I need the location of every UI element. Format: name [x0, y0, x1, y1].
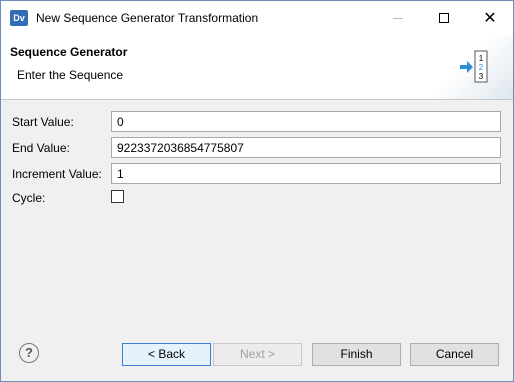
close-button[interactable]: ✕: [467, 1, 513, 35]
banner-subtitle: Enter the Sequence: [17, 68, 124, 82]
cycle-checkbox[interactable]: [111, 190, 124, 203]
maximize-icon: [439, 13, 449, 23]
sequence-generator-icon: 1 2 3: [460, 50, 488, 83]
minimize-icon: [393, 17, 403, 19]
window-title: New Sequence Generator Transformation: [36, 11, 259, 25]
maximize-button[interactable]: [421, 1, 467, 35]
increment-value-input[interactable]: [111, 163, 501, 184]
wizard-banner: Sequence Generator Enter the Sequence 1 …: [1, 35, 513, 100]
title-bar[interactable]: Dv New Sequence Generator Transformation…: [1, 1, 513, 35]
end-value-row: End Value:: [1, 137, 513, 159]
app-icon: Dv: [10, 10, 28, 26]
seq-digit-1: 1: [479, 54, 484, 63]
close-icon: ✕: [483, 8, 497, 27]
cycle-row: Cycle:: [1, 189, 513, 211]
help-icon[interactable]: ?: [19, 343, 39, 363]
cancel-button[interactable]: Cancel: [410, 343, 499, 366]
start-value-input[interactable]: [111, 111, 501, 132]
seq-digit-2: 2: [479, 63, 484, 72]
end-value-label: End Value:: [12, 141, 70, 155]
next-button[interactable]: Next >: [213, 343, 302, 366]
seq-digit-3: 3: [479, 72, 484, 81]
cycle-label: Cycle:: [12, 191, 46, 205]
banner-title: Sequence Generator: [10, 45, 128, 59]
increment-value-label: Increment Value:: [12, 167, 102, 181]
back-button[interactable]: < Back: [122, 343, 211, 366]
minimize-button[interactable]: [375, 1, 421, 35]
finish-button[interactable]: Finish: [312, 343, 401, 366]
start-value-row: Start Value:: [1, 111, 513, 133]
start-value-label: Start Value:: [12, 115, 74, 129]
increment-value-row: Increment Value:: [1, 163, 513, 185]
end-value-input[interactable]: [111, 137, 501, 158]
dialog-window: Dv New Sequence Generator Transformation…: [0, 0, 514, 382]
